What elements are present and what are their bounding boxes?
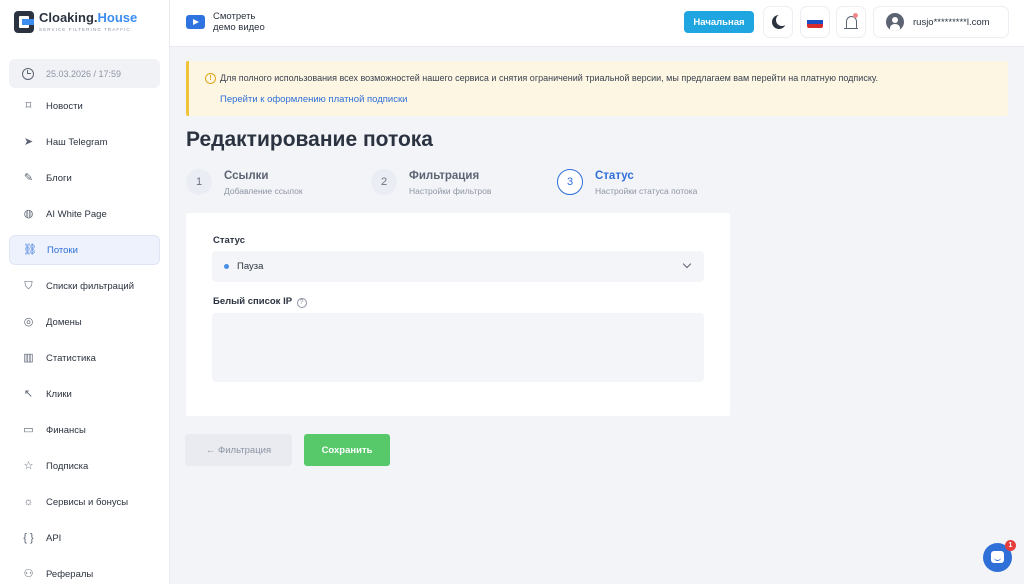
back-to-filtering-button[interactable]: ← Фильтрация <box>185 434 292 466</box>
step-title: Статус <box>595 170 634 182</box>
status-dot-icon <box>224 264 229 269</box>
subscription-icon: ☆ <box>23 459 34 472</box>
sidebar-item-label: Статистика <box>46 352 96 364</box>
datetime-display: 25.03.2026 / 17:59 <box>9 59 160 88</box>
sidebar-nav: ⌑ Новости ➤ Наш Telegram ✎ Блоги ◍ AI White Pag… <box>9 91 160 584</box>
chat-widget-button[interactable]: 1 <box>983 540 1016 572</box>
user-menu-button[interactable]: rusjo*********l.com <box>874 7 1008 37</box>
upgrade-subscription-link[interactable]: Перейти к оформлению платной подписки <box>220 94 407 105</box>
whitelist-label: Белый список IP ? <box>213 296 307 308</box>
sidebar-item-telegram[interactable]: ➤ Наш Telegram <box>9 127 160 157</box>
sidebar-item-label: API <box>46 532 62 544</box>
trial-alert-message: Для полного использования всех возможнос… <box>220 73 878 83</box>
sidebar-item-filter-lists[interactable]: ⛉ Списки фильтраций <box>9 271 160 301</box>
step-number: 2 <box>371 169 397 195</box>
status-value: Пауза <box>237 261 264 272</box>
moon-icon <box>776 14 788 26</box>
topbar: Смотреть демо видео Начальная rusjo*****… <box>170 0 1024 47</box>
sidebar-item-label: Наш Telegram <box>46 136 108 148</box>
notifications-button[interactable] <box>837 7 865 37</box>
statistics-icon: ▥ <box>23 351 34 364</box>
sidebar-item-label: Блоги <box>46 172 72 184</box>
telegram-icon: ➤ <box>23 135 34 148</box>
news-icon: ⌑ <box>25 99 32 112</box>
demo-video-link[interactable]: Смотреть демо видео <box>186 11 265 33</box>
brand-title: Cloaking.House <box>39 10 138 25</box>
sidebar-item-label: Финансы <box>46 424 86 436</box>
sidebar-item-label: Новости <box>46 100 83 112</box>
status-select[interactable]: Пауза <box>212 251 704 282</box>
sidebar-item-clicks[interactable]: ↖ Клики <box>9 379 160 409</box>
services-bonuses-icon: ☼ <box>23 495 34 508</box>
referrals-icon: ⚇ <box>23 567 34 580</box>
clock-icon <box>22 67 34 80</box>
theme-toggle-button[interactable] <box>764 7 792 37</box>
step-subtitle: Настройки фильтров <box>409 186 492 196</box>
step-title: Ссылки <box>224 170 269 182</box>
logo-mark-icon <box>14 11 34 33</box>
finance-icon: ▭ <box>23 423 34 436</box>
chat-badge: 1 <box>1005 540 1016 551</box>
sidebar-item-label: AI White Page <box>46 208 107 220</box>
play-video-icon <box>186 15 205 29</box>
step-status[interactable]: 3 Статус Настройки статуса потока <box>557 169 697 196</box>
step-subtitle: Настройки статуса потока <box>595 186 698 196</box>
api-icon: { } <box>23 531 34 544</box>
brand-logo[interactable]: Cloaking.House SERVICE FILTERING TRAFFIC <box>14 11 137 33</box>
notification-dot <box>853 13 858 18</box>
sidebar-item-finance[interactable]: ▭ Финансы <box>9 415 160 445</box>
domains-icon: ◎ <box>23 315 34 328</box>
sidebar-item-label: Списки фильтраций <box>46 280 135 292</box>
filter-lists-icon: ⛉ <box>24 279 33 292</box>
help-icon[interactable]: ? <box>296 298 307 308</box>
status-label: Статус <box>213 235 246 246</box>
sidebar-item-subscription[interactable]: ☆ Подписка <box>9 451 160 481</box>
sidebar-item-domains[interactable]: ◎ Домены <box>9 307 160 337</box>
ai-white-page-icon: ◍ <box>23 207 34 220</box>
blogs-icon: ✎ <box>23 171 34 184</box>
sidebar-item-statistics[interactable]: ▥ Статистика <box>9 343 160 373</box>
chevron-down-icon <box>682 259 692 269</box>
whitelist-ip-input[interactable] <box>212 313 704 382</box>
language-button[interactable] <box>801 7 829 37</box>
step-filtering[interactable]: 2 Фильтрация Настройки фильтров <box>371 169 491 196</box>
datetime-text: 25.03.2026 / 17:59 <box>46 68 122 79</box>
avatar-icon <box>886 13 904 31</box>
sidebar-item-label: Рефералы <box>46 568 94 580</box>
demo-video-label: Смотреть демо видео <box>213 11 265 33</box>
page-title: Редактирование потока <box>186 128 433 151</box>
user-email: rusjo*********l.com <box>913 16 990 28</box>
sidebar-item-news[interactable]: ⌑ Новости <box>9 91 160 121</box>
step-number: 1 <box>186 169 212 195</box>
warning-icon: ! <box>205 73 216 84</box>
sidebar-item-label: Клики <box>46 388 72 400</box>
step-links[interactable]: 1 Ссылки Добавление ссылок <box>186 169 303 196</box>
sidebar-item-blogs[interactable]: ✎ Блоги <box>9 163 160 193</box>
sidebar-item-label: Подписка <box>46 460 89 472</box>
sidebar-item-ai-white-page[interactable]: ◍ AI White Page <box>9 199 160 229</box>
plan-badge-button[interactable]: Начальная <box>684 11 754 33</box>
russia-flag-icon <box>807 16 823 28</box>
sidebar-item-label: Домены <box>46 316 82 328</box>
sidebar-item-label: Потоки <box>47 244 78 256</box>
trial-alert: ! Для полного использования всех возможн… <box>186 61 1008 116</box>
sidebar-item-streams[interactable]: ⛓ Потоки <box>9 235 160 265</box>
sidebar-item-referrals[interactable]: ⚇ Рефералы <box>9 559 160 584</box>
status-settings-card: Статус Пауза Белый список IP ? <box>186 213 730 416</box>
sidebar-item-api[interactable]: { } API <box>9 523 160 553</box>
sidebar-item-label: Сервисы и бонусы <box>46 496 129 508</box>
streams-icon: ⛓ <box>23 243 37 256</box>
chat-icon <box>991 551 1004 563</box>
brand-subtitle: SERVICE FILTERING TRAFFIC <box>39 27 131 32</box>
step-subtitle: Добавление ссылок <box>224 186 303 196</box>
step-title: Фильтрация <box>409 170 480 182</box>
sidebar-item-services-bonuses[interactable]: ☼ Сервисы и бонусы <box>9 487 160 517</box>
step-number: 3 <box>557 169 583 195</box>
save-button[interactable]: Сохранить <box>304 434 390 466</box>
sidebar: Cloaking.House SERVICE FILTERING TRAFFIC… <box>0 0 170 584</box>
clicks-icon: ↖ <box>23 387 34 400</box>
